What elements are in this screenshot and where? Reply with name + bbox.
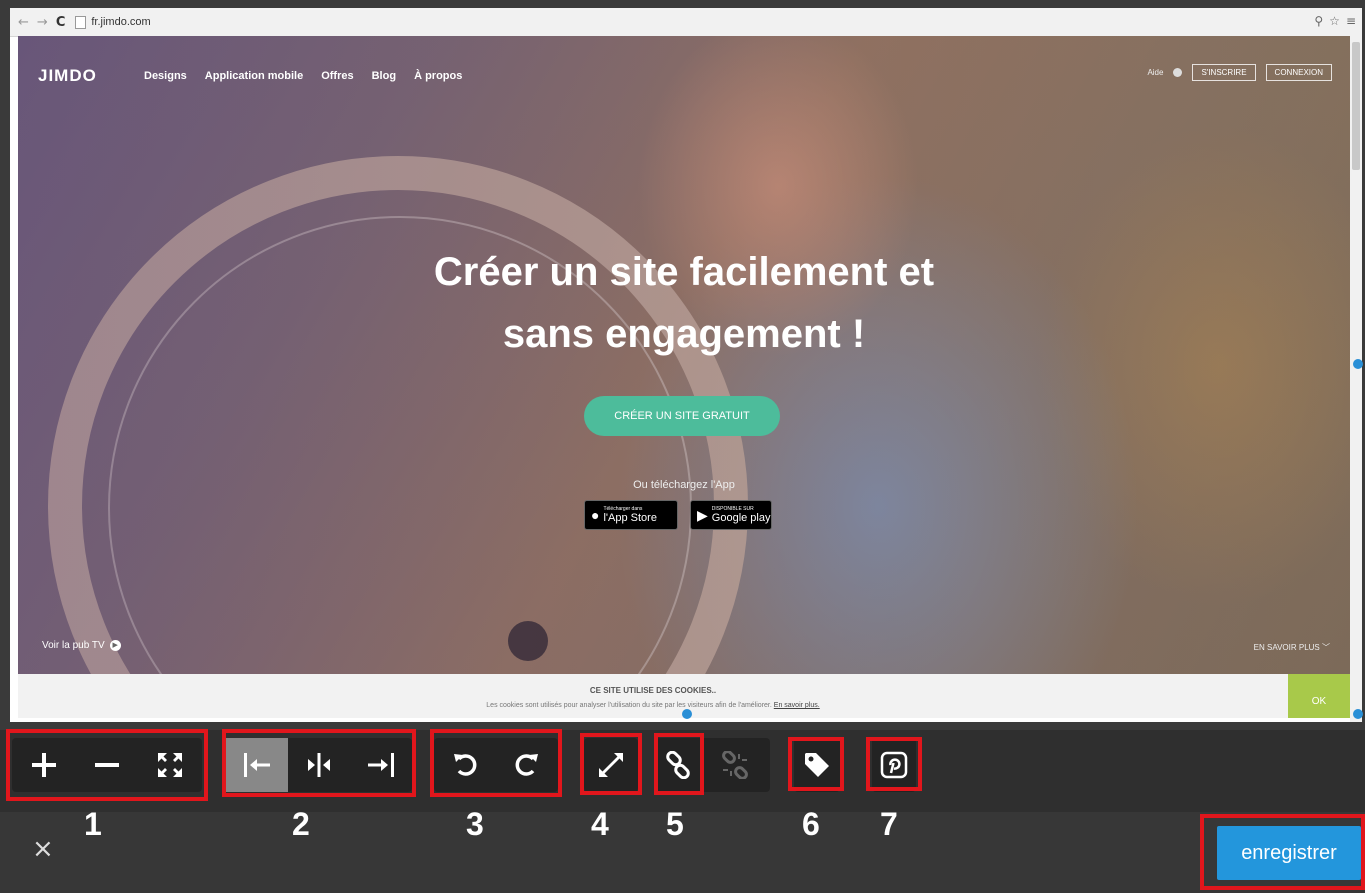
menu-item-offers[interactable]: Offres bbox=[321, 70, 353, 82]
label-number-1: 1 bbox=[84, 806, 102, 842]
resize-handle-right[interactable] bbox=[1353, 359, 1363, 369]
browser-window: ← → C fr.jimdo.com ⚲ ☆ ≡ JIMDO Designs A… bbox=[10, 8, 1362, 722]
jimdo-logo[interactable]: JIMDO bbox=[38, 66, 97, 86]
google-play-text: Google play bbox=[711, 512, 771, 524]
page-icon bbox=[75, 15, 87, 29]
label-number-4: 4 bbox=[591, 806, 609, 842]
google-play-badge[interactable]: ▶ DISPONIBLE SUR Google play bbox=[690, 500, 772, 530]
scrollbar[interactable] bbox=[1350, 36, 1362, 722]
menu-item-designs[interactable]: Designs bbox=[144, 70, 187, 82]
unlink-chain-icon bbox=[722, 751, 748, 779]
app-store-text: l'App Store bbox=[603, 512, 657, 524]
learn-more-link[interactable]: EN SAVOIR PLUS ﹀ bbox=[1254, 642, 1330, 653]
address-bar: ← → C fr.jimdo.com ⚲ ☆ ≡ bbox=[10, 8, 1362, 37]
hero-headline-line2: sans engagement ! bbox=[502, 312, 866, 356]
play-icon: ▶ bbox=[109, 640, 121, 651]
highlight-box-5 bbox=[654, 733, 704, 795]
label-number-6: 6 bbox=[802, 806, 820, 842]
highlight-box-6 bbox=[788, 737, 844, 791]
menu-item-about[interactable]: À propos bbox=[414, 70, 462, 82]
address-bar-actions: ⚲ ☆ ≡ bbox=[1314, 14, 1356, 28]
save-button[interactable]: enregistrer bbox=[1217, 826, 1361, 880]
tv-ad-label: Voir la pub TV bbox=[42, 640, 105, 651]
cookie-more-link[interactable]: En savoir plus. bbox=[774, 702, 820, 709]
resize-handle-bottom[interactable] bbox=[682, 709, 692, 719]
highlight-box-1 bbox=[6, 729, 208, 801]
login-button[interactable]: CONNEXION bbox=[1265, 64, 1332, 81]
globe-icon[interactable] bbox=[1173, 68, 1183, 77]
cookie-ok-button[interactable]: OK bbox=[1288, 674, 1350, 718]
preview-frame: ← → C fr.jimdo.com ⚲ ☆ ≡ JIMDO Designs A… bbox=[0, 0, 1365, 730]
app-store-badge[interactable]: ● Télécharger dans l'App Store bbox=[584, 500, 678, 530]
highlight-box-2 bbox=[222, 729, 416, 797]
forward-button[interactable]: → bbox=[37, 15, 48, 30]
google-play-icon: ▶ bbox=[697, 506, 708, 523]
label-number-3: 3 bbox=[466, 806, 484, 842]
resize-handle-corner[interactable] bbox=[1353, 709, 1363, 719]
chevron-down-icon: ﹀ bbox=[1322, 643, 1330, 652]
signup-button[interactable]: S'INSCRIRE bbox=[1192, 64, 1256, 81]
search-icon[interactable]: ⚲ bbox=[1314, 14, 1323, 28]
hero-headline-line1: Créer un site facilement et bbox=[433, 250, 935, 294]
menu-item-mobile-app[interactable]: Application mobile bbox=[205, 70, 303, 82]
highlight-box-7 bbox=[866, 737, 922, 791]
learn-more-label: EN SAVOIR PLUS bbox=[1253, 643, 1320, 652]
label-number-2: 2 bbox=[292, 806, 310, 842]
site-menu: Designs Application mobile Offres Blog À… bbox=[144, 70, 462, 82]
account-links: Aide S'INSCRIRE CONNEXION bbox=[1147, 64, 1332, 81]
reload-button[interactable]: C bbox=[56, 15, 66, 30]
label-number-5: 5 bbox=[666, 806, 684, 842]
highlight-box-3 bbox=[430, 729, 562, 797]
close-icon[interactable]: × bbox=[32, 834, 54, 864]
create-site-button[interactable]: CRÉER UN SITE GRATUIT bbox=[584, 396, 780, 436]
apple-icon: ● bbox=[591, 507, 600, 523]
help-link[interactable]: Aide bbox=[1147, 68, 1163, 77]
url-field[interactable]: fr.jimdo.com bbox=[91, 16, 150, 28]
scrollbar-thumb[interactable] bbox=[1352, 42, 1360, 170]
browser-menu-icon[interactable]: ≡ bbox=[1346, 14, 1356, 28]
unlink-button[interactable] bbox=[700, 738, 770, 792]
tv-ad-link[interactable]: Voir la pub TV ▶ bbox=[42, 640, 121, 651]
back-button[interactable]: ← bbox=[18, 15, 29, 30]
cookie-text: Les cookies sont utilisés pour analyser … bbox=[18, 702, 1288, 709]
label-number-7: 7 bbox=[880, 806, 898, 842]
app-download-label: Ou téléchargez l'App bbox=[633, 479, 735, 491]
hero-image: JIMDO Designs Application mobile Offres … bbox=[18, 36, 1350, 674]
menu-item-blog[interactable]: Blog bbox=[372, 70, 396, 82]
cookie-description: Les cookies sont utilisés pour analyser … bbox=[486, 702, 772, 709]
highlight-box-4 bbox=[580, 733, 642, 795]
cookie-title: CE SITE UTILISE DES COOKIES.. bbox=[589, 686, 717, 695]
star-icon[interactable]: ☆ bbox=[1329, 14, 1340, 28]
